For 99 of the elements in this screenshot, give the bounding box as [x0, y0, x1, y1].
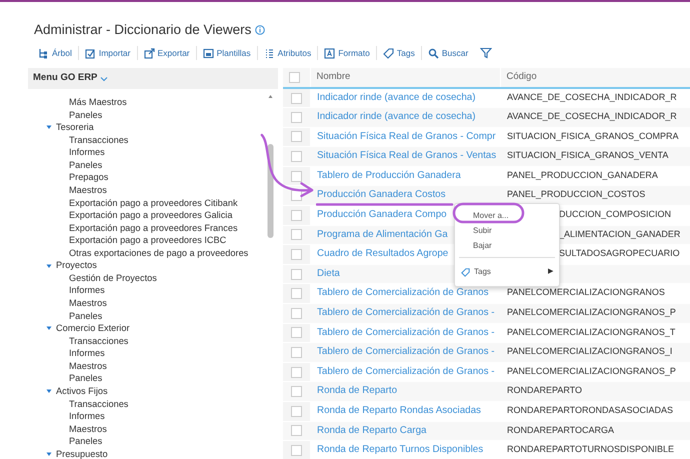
- code-text: RONDAREPARTORONDASASOCIADAS: [507, 404, 674, 415]
- info-icon[interactable]: [255, 25, 266, 35]
- expanded-caret-icon[interactable]: [46, 388, 52, 394]
- expanded-caret-icon[interactable]: [46, 451, 52, 458]
- list-button[interactable]: Atributos: [258, 46, 318, 60]
- chevron-down-icon[interactable]: [100, 76, 108, 82]
- code-text: PANEL_PRODUCCION_GANADERA: [507, 170, 658, 180]
- tree-item[interactable]: Informes: [69, 347, 105, 360]
- tree-button[interactable]: Árbol: [32, 46, 79, 60]
- expanded-caret-icon[interactable]: [46, 262, 52, 269]
- tree-item[interactable]: Informes: [69, 284, 105, 297]
- code-text: PANELCOMERCIALIZACIONGRANOS: [507, 287, 665, 298]
- menu-item[interactable]: Mover a...: [455, 208, 559, 223]
- search-button[interactable]: Buscar: [422, 46, 474, 60]
- tree-icon: [38, 48, 49, 58]
- page-title: Administrar - Diccionario de Viewers: [34, 20, 252, 39]
- checkbox[interactable]: [291, 425, 302, 436]
- code-text: SITUACION_FISICA_GRANOS_VENTA: [507, 150, 668, 160]
- tree-item[interactable]: Informes: [69, 146, 105, 159]
- letter-box-icon: [324, 48, 336, 58]
- tree-item[interactable]: Maestros: [69, 422, 107, 436]
- export-button[interactable]: Exportar: [138, 46, 197, 60]
- expanded-caret-icon[interactable]: [46, 124, 52, 130]
- checkbox[interactable]: [291, 249, 302, 260]
- tree-item[interactable]: Activos Fijos: [56, 384, 108, 398]
- code-text: RONDAREPARTOCARGA: [507, 424, 614, 435]
- format-button[interactable]: Formato: [318, 46, 377, 60]
- code-text: PANELCOMERCIALIZACIONGRANOS_P: [507, 366, 676, 376]
- code-text: PANELCOMERCIALIZACIONGRANOS_P: [507, 306, 676, 317]
- tree-item[interactable]: Prepagos: [69, 171, 108, 184]
- tree-item[interactable]: Exportación pago a proveedores Citibank: [69, 196, 238, 210]
- checkbox[interactable]: [291, 444, 302, 456]
- code-text: PANEL_PRODUCCION_COSTOS: [507, 189, 646, 200]
- viewer-link[interactable]: Indicador rinde (avance de cosecha): [317, 92, 476, 103]
- panel-title[interactable]: Menu GO ERP: [33, 71, 98, 86]
- checkbox[interactable]: [291, 347, 302, 358]
- tag-button[interactable]: Tags: [376, 46, 422, 60]
- tree-item[interactable]: Proyectos: [56, 259, 97, 272]
- search-icon: [428, 48, 439, 58]
- checkbox[interactable]: [291, 327, 302, 338]
- tree-item[interactable]: Paneles: [69, 108, 102, 122]
- import-button[interactable]: Importar: [78, 46, 138, 60]
- code-text: _ALIMENTACION_GANADER: [559, 228, 680, 239]
- tree-item[interactable]: Gestión de Proyectos: [69, 272, 157, 284]
- column-header[interactable]: Nombre: [310, 68, 500, 88]
- checkbox[interactable]: [289, 72, 300, 83]
- tree-item[interactable]: Exportación pago a proveedores Galicia: [69, 209, 232, 222]
- tree-item[interactable]: Más Maestros: [69, 96, 127, 109]
- checkbox[interactable]: [291, 151, 302, 162]
- panel-icon: [202, 48, 214, 58]
- external-link-icon: [144, 48, 154, 58]
- tree-item[interactable]: Comercio Exterior: [56, 322, 130, 335]
- code-text: AVANCE_DE_COSECHA_INDICADOR_R: [507, 92, 677, 102]
- code-text: RONDAREPARTO: [507, 385, 582, 396]
- tree-item[interactable]: Paneles: [69, 310, 102, 322]
- checkbox[interactable]: [291, 229, 302, 240]
- tree-item[interactable]: Paneles: [69, 158, 102, 172]
- checkbox[interactable]: [291, 170, 302, 182]
- tree-item[interactable]: Paneles: [69, 435, 102, 448]
- tree-item[interactable]: Exportación pago a proveedores ICBC: [69, 234, 226, 247]
- menu-item[interactable]: Bajar: [455, 238, 559, 253]
- tree-item[interactable]: Paneles: [69, 372, 102, 385]
- tree-item[interactable]: Informes: [69, 410, 105, 423]
- code-text: RONDAREPARTOTURNOSDISPONIBLE: [507, 444, 674, 454]
- tree-item[interactable]: Maestros: [69, 360, 107, 372]
- column-header[interactable]: Código: [500, 68, 690, 88]
- checkbox[interactable]: [291, 366, 302, 378]
- tag-icon: [382, 48, 394, 58]
- code-text: PANELCOMERCIALIZACIONGRANOS_T: [507, 326, 676, 337]
- checkbox-edit-icon: [84, 48, 96, 58]
- tree-item[interactable]: Otras exportaciones de pago a proveedores: [69, 246, 248, 260]
- checkbox[interactable]: [291, 92, 302, 104]
- code-text: AVANCE_DE_COSECHA_INDICADOR_R: [507, 111, 677, 122]
- tree-item[interactable]: Exportación pago a proveedores Frances: [69, 222, 238, 234]
- tag-icon: [461, 268, 470, 276]
- checkbox[interactable]: [291, 131, 302, 142]
- code-text: DUCCION_COMPOSICION: [559, 209, 672, 220]
- checkbox[interactable]: [291, 308, 302, 319]
- tree-item[interactable]: Transacciones: [69, 134, 128, 146]
- code-text: SULTADOSAGROPECUARIO: [559, 248, 680, 258]
- list-icon: [264, 48, 275, 58]
- template-button[interactable]: Plantillas: [196, 46, 258, 60]
- tree-item[interactable]: Transacciones: [69, 398, 128, 410]
- tree-item[interactable]: Maestros: [69, 184, 107, 196]
- checkbox[interactable]: [291, 406, 302, 417]
- filter-icon: [480, 47, 492, 59]
- tree-item[interactable]: Maestros: [69, 297, 107, 310]
- checkbox[interactable]: [291, 268, 302, 280]
- checkbox[interactable]: [291, 210, 302, 221]
- tree-item[interactable]: Transacciones: [69, 334, 128, 348]
- code-text: SITUACION_FISICA_GRANOS_COMPRA: [507, 130, 679, 141]
- checkbox[interactable]: [291, 112, 302, 123]
- checkbox[interactable]: [291, 288, 302, 300]
- checkbox[interactable]: [291, 386, 302, 398]
- menu-item[interactable]: Subir: [455, 223, 559, 238]
- tree-item[interactable]: Presupuesto: [56, 448, 108, 459]
- tree-item[interactable]: Tesoreria: [56, 121, 94, 134]
- code-text: PANELCOMERCIALIZACIONGRANOS_I: [507, 346, 672, 356]
- expanded-caret-icon[interactable]: [46, 325, 52, 332]
